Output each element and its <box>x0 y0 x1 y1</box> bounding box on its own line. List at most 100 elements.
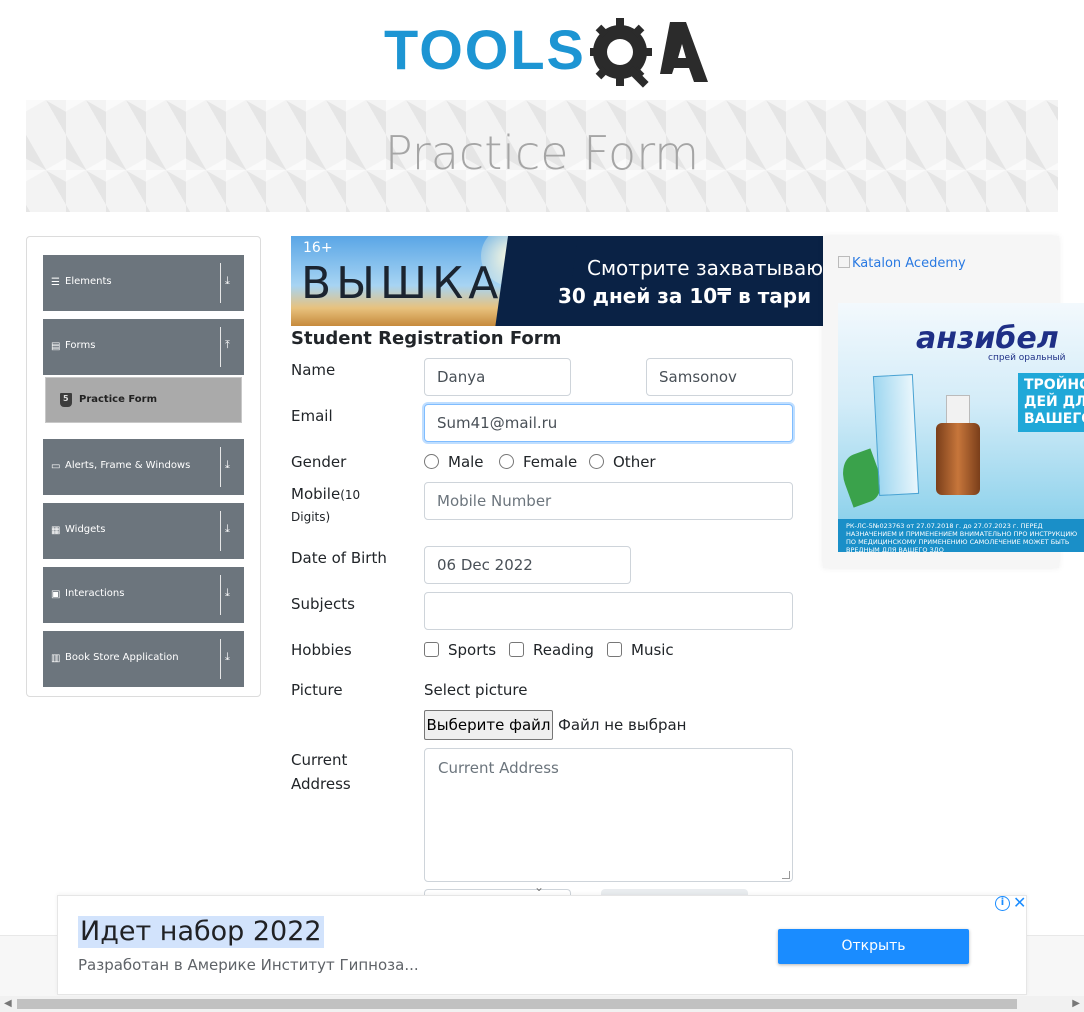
window-icon: ▭ <box>51 461 61 472</box>
mobile-label: Mobile(10 <box>291 482 360 507</box>
product-box-image <box>872 374 920 496</box>
logo-text: TOOLS <box>384 18 586 81</box>
date-of-birth-input[interactable]: 06 Dec 2022 <box>424 546 631 584</box>
expand-down-icon: ⤓ <box>225 274 230 287</box>
menu-icon: ☰ <box>51 277 60 288</box>
file-status: Файл не выбран <box>558 716 687 734</box>
sidebar-item-practice-form[interactable]: Practice Form <box>45 377 242 423</box>
ad-description: Разработан в Америке Институт Гипноза... <box>78 956 419 974</box>
square-icon: ▣ <box>51 589 61 600</box>
mobile-input[interactable]: Mobile Number <box>424 482 793 520</box>
sidebar-group-interactions[interactable]: ▣ Interactions ⤓ <box>43 567 244 623</box>
first-name-input[interactable]: Danya <box>424 358 571 396</box>
ad-title: Идет набор 2022 <box>78 916 324 948</box>
scrollbar-thumb[interactable] <box>17 999 1017 1009</box>
sidebar-group-label: Widgets <box>65 524 106 535</box>
bottle-image <box>936 423 980 495</box>
choose-file-button[interactable]: Выберите файл <box>424 710 553 740</box>
ad-link-text: Katalon Acedemy <box>852 256 966 271</box>
sidebar-group-alerts[interactable]: ▭ Alerts, Frame & Windows ⤓ <box>43 439 244 495</box>
gender-option-label[interactable]: Other <box>613 452 656 472</box>
expand-down-icon: ⤓ <box>225 650 230 663</box>
scroll-right-icon[interactable]: ▶ <box>1072 998 1080 1009</box>
dob-label: Date of Birth <box>291 549 387 567</box>
divider <box>220 447 221 487</box>
sidebar: ☰ Elements ⤓ ▤ Forms ⤒ Practice Form ▭ A… <box>26 236 261 697</box>
age-rating: 16+ <box>303 240 333 256</box>
email-label: Email <box>291 407 333 425</box>
divider <box>220 511 221 551</box>
hobby-music-checkbox[interactable] <box>607 642 622 657</box>
sidebar-group-label: Book Store Application <box>65 652 179 663</box>
sidebar-group-widgets[interactable]: ▦ Widgets ⤓ <box>43 503 244 559</box>
close-icon[interactable]: ✕ <box>1013 893 1026 912</box>
gender-option-label[interactable]: Female <box>523 452 577 472</box>
hobby-reading-checkbox[interactable] <box>509 642 524 657</box>
sidebar-group-forms[interactable]: ▤ Forms ⤒ <box>43 319 244 375</box>
form-title: Student Registration Form <box>291 328 562 349</box>
toolsqa-logo[interactable]: TOOLS <box>384 14 708 90</box>
current-address-textarea[interactable]: Current Address <box>424 748 793 882</box>
sidebar-group-label: Alerts, Frame & Windows <box>65 460 191 471</box>
ad-badge: ТРОЙНОЕ ДЕЙ ДЛЯ ВАШЕГО <box>1018 373 1084 432</box>
gender-male-radio[interactable] <box>424 454 439 469</box>
ad-offer: 30 дней за 10₸ в тари <box>558 284 812 308</box>
ad-brand: ВЫШКА <box>301 258 504 309</box>
divider <box>220 327 221 367</box>
expand-down-icon: ⤓ <box>225 458 230 471</box>
sidebar-group-elements[interactable]: ☰ Elements ⤓ <box>43 255 244 311</box>
ad-info-icon[interactable]: i <box>995 896 1010 911</box>
mobile-label-hint2: Digits) <box>291 510 331 524</box>
hobby-option-label[interactable]: Reading <box>533 640 594 660</box>
sidebar-group-book-store[interactable]: ▥ Book Store Application ⤓ <box>43 631 244 687</box>
bottom-ad[interactable]: Идет набор 2022 Разработан в Америке Инс… <box>57 893 1027 995</box>
spray-cap-image <box>946 395 970 425</box>
gender-other-radio[interactable] <box>589 454 604 469</box>
divider <box>220 263 221 303</box>
email-input[interactable]: Sum41@mail.ru <box>424 404 793 442</box>
katalon-ad-link[interactable]: Katalon Acedemy <box>838 256 966 271</box>
hobby-option-label[interactable]: Music <box>631 640 674 660</box>
grid-icon: ▦ <box>51 525 61 536</box>
resize-handle-icon[interactable] <box>782 871 790 879</box>
address-label-line2: Address <box>291 775 351 793</box>
address-placeholder: Current Address <box>438 759 559 777</box>
divider <box>220 575 221 615</box>
page-header-banner: Practice Form <box>26 100 1058 212</box>
divider <box>220 639 221 679</box>
sidebar-group-label: Forms <box>65 340 96 351</box>
name-label: Name <box>291 361 336 379</box>
ad-divider <box>492 236 580 326</box>
page-title: Practice Form <box>384 126 700 180</box>
gear-magnifier-logo-icon <box>590 18 708 88</box>
ad-subtitle: спрей оральный <box>988 353 1066 363</box>
collapse-up-icon: ⤒ <box>225 338 230 351</box>
sidebar-group-label: Elements <box>65 276 112 287</box>
library-icon: ▥ <box>51 653 61 664</box>
broken-image-icon <box>838 256 850 268</box>
open-ad-button[interactable]: Открыть <box>778 929 969 964</box>
hobby-sports-checkbox[interactable] <box>424 642 439 657</box>
gender-female-radio[interactable] <box>499 454 514 469</box>
mobile-label-text: Mobile <box>291 485 341 503</box>
hobby-option-label[interactable]: Sports <box>448 640 496 660</box>
expand-down-icon: ⤓ <box>225 586 230 599</box>
hobbies-label: Hobbies <box>291 641 352 659</box>
gender-option-label[interactable]: Male <box>448 452 484 472</box>
horizontal-scrollbar[interactable]: ◀ ▶ <box>0 996 1084 1012</box>
picture-label: Picture <box>291 681 343 699</box>
ad-brand: анзибел <box>916 321 1059 356</box>
picture-caption: Select picture <box>424 681 528 699</box>
subjects-input[interactable] <box>424 592 793 630</box>
sidebar-group-label: Interactions <box>65 588 125 599</box>
scroll-left-icon[interactable]: ◀ <box>4 998 12 1009</box>
document-icon: ▤ <box>51 341 61 352</box>
right-ad-banner[interactable]: анзибел спрей оральный ТРОЙНОЕ ДЕЙ ДЛЯ В… <box>838 303 1084 552</box>
expand-down-icon: ⤓ <box>225 522 230 535</box>
ad-legal-text: РК-ЛС-5№023763 от 27.07.2018 г. до 27.07… <box>838 519 1084 552</box>
last-name-input[interactable]: Samsonov <box>646 358 793 396</box>
address-label: Current <box>291 751 348 769</box>
top-ad-banner[interactable]: 16+ ВЫШКА Смотрите захватываю 30 дней за… <box>291 236 823 326</box>
chevron-down-icon: ⌄ <box>534 880 545 894</box>
ad-headline: Смотрите захватываю <box>587 256 823 280</box>
